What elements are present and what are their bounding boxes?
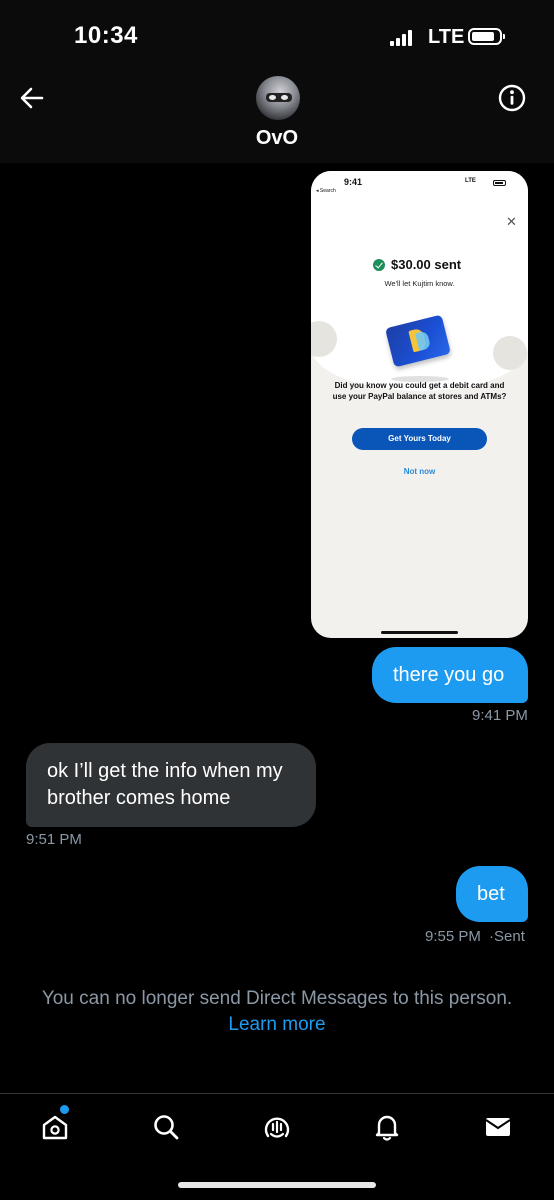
message-time: 9:55 PM <box>425 928 481 945</box>
shared-image-time: 9:41 <box>344 177 363 187</box>
shared-image-back-label: ◂ Search <box>316 188 336 194</box>
home-indicator[interactable] <box>178 1182 376 1188</box>
notification-dot <box>60 1105 69 1114</box>
shared-image-battery-icon <box>493 180 506 186</box>
search-icon[interactable] <box>151 1112 181 1142</box>
contact-name[interactable]: OvO <box>0 127 554 150</box>
battery-icon <box>468 28 505 45</box>
shared-image[interactable]: 9:41 ◂ Search LTE ✕ $30.00 sent We'll le… <box>311 171 528 638</box>
info-icon[interactable] <box>497 83 527 113</box>
message-text: bet <box>477 883 505 905</box>
message-status: ·Sent <box>489 928 525 945</box>
message-bubble-outgoing[interactable]: bet <box>456 866 528 922</box>
notice-text: You can no longer send Direct Messages t… <box>41 988 513 1009</box>
cellular-signal-icon <box>390 30 416 46</box>
avatar[interactable] <box>256 76 300 120</box>
message-bubble-incoming[interactable]: ok I’ll get the info when my brother com… <box>26 743 316 827</box>
promo-description: Did you know you could get a debit card … <box>332 381 507 401</box>
message-timestamp: 9:51 PM <box>26 831 82 848</box>
conversation-header: OvO <box>0 70 554 163</box>
status-time: 10:34 <box>74 22 138 49</box>
home-icon[interactable] <box>40 1112 70 1142</box>
shared-image-network: LTE <box>465 178 476 184</box>
message-timestamp: 9:55 PM ·Sent <box>425 928 525 945</box>
close-icon: ✕ <box>506 214 517 229</box>
dm-restriction-notice: You can no longer send Direct Messages t… <box>0 986 554 1038</box>
back-arrow-icon[interactable] <box>18 84 46 112</box>
message-text: there you go <box>393 664 505 686</box>
network-type: LTE <box>428 26 465 48</box>
message-bubble-outgoing[interactable]: there you go <box>372 647 528 703</box>
spaces-icon[interactable] <box>262 1112 292 1142</box>
notifications-icon[interactable] <box>372 1112 402 1142</box>
payment-amount: $30.00 sent <box>391 257 462 272</box>
message-text: ok I’ll get the info when my brother com… <box>47 760 283 809</box>
decorative-blob <box>493 336 527 370</box>
not-now-button: Not now <box>403 467 436 476</box>
message-timestamp: 9:41 PM <box>472 707 528 724</box>
check-circle-icon <box>373 259 385 271</box>
learn-more-link[interactable]: Learn more <box>0 1012 554 1038</box>
messages-icon[interactable] <box>483 1112 513 1142</box>
get-yours-button: Get Yours Today <box>352 428 487 450</box>
payment-note: We'll let Kujtim know. <box>384 279 455 288</box>
shared-image-home-indicator <box>381 631 458 634</box>
status-bar: 10:34 LTE <box>0 0 554 70</box>
